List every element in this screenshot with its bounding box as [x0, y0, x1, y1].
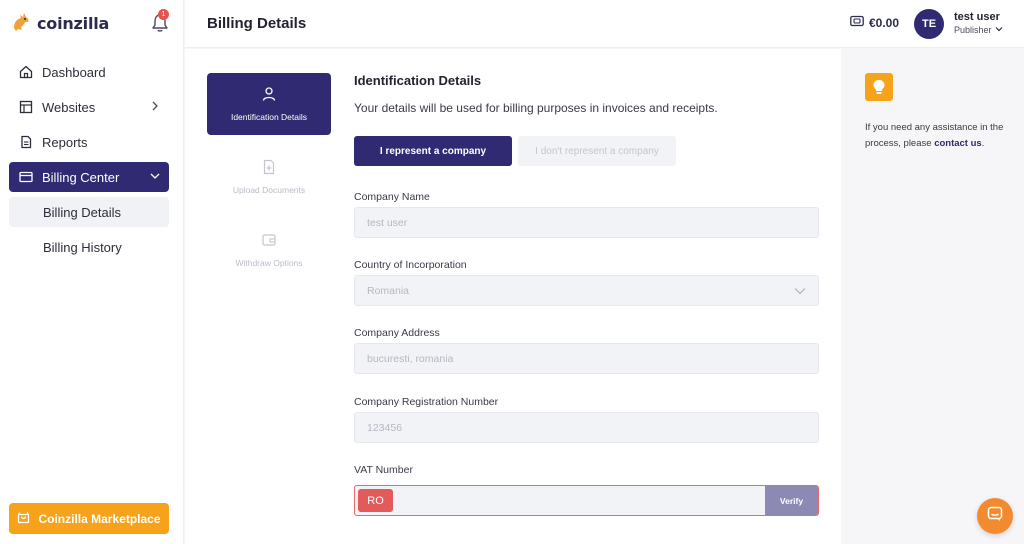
- registration-number-value: 123456: [367, 421, 403, 434]
- vat-number-label: VAT Number: [354, 464, 413, 476]
- sidebar-item-websites[interactable]: Websites: [9, 92, 169, 122]
- balance-amount: €0.00: [869, 15, 900, 30]
- registration-number-label: Company Registration Number: [354, 396, 499, 408]
- document-icon: [18, 134, 34, 150]
- chevron-right-icon: [149, 100, 161, 115]
- marketplace-label: Coinzilla Marketplace: [38, 511, 161, 526]
- section-title: Identification Details: [354, 73, 482, 88]
- step-withdraw-options[interactable]: Withdraw Options: [207, 219, 331, 281]
- vat-number-field[interactable]: RO Verify: [354, 485, 819, 516]
- country-select[interactable]: Romania: [354, 275, 819, 306]
- wallet-icon: [261, 232, 277, 250]
- top-bar: Billing Details €0.00 TE test user Publi…: [185, 0, 1024, 48]
- company-address-label: Company Address: [354, 327, 440, 339]
- contact-us-link[interactable]: contact us: [934, 138, 982, 149]
- sidebar-subitem-billing-history[interactable]: Billing History: [9, 232, 169, 262]
- help-text-end: .: [981, 137, 985, 149]
- user-role[interactable]: Publisher: [954, 25, 1003, 35]
- lightbulb-icon: [865, 73, 893, 101]
- card-icon: [18, 169, 34, 185]
- brand-name: coinzilla: [37, 14, 110, 33]
- chevron-down-icon: [149, 170, 161, 185]
- company-name-value: test user: [367, 216, 408, 229]
- sidebar-item-reports[interactable]: Reports: [9, 127, 169, 157]
- chat-icon: [987, 506, 1003, 527]
- layout-icon: [18, 99, 34, 115]
- coinzilla-dragon-icon: [10, 10, 32, 37]
- company-name-label: Company Name: [354, 191, 430, 203]
- help-text: If you need any assistance in the proces…: [865, 120, 1010, 151]
- registration-number-field[interactable]: 123456: [354, 412, 819, 443]
- step-label: Withdraw Options: [235, 258, 303, 268]
- marketplace-button[interactable]: Coinzilla Marketplace: [9, 503, 169, 534]
- step-label: Upload Documents: [232, 185, 306, 195]
- sidebar-item-dashboard[interactable]: Dashboard: [9, 57, 169, 87]
- logo[interactable]: coinzilla: [10, 10, 109, 37]
- sidebar-item-label: Websites: [42, 99, 96, 115]
- country-value: Romania: [367, 284, 410, 297]
- sidebar-item-label: Billing Center: [42, 169, 120, 185]
- user-role-label: Publisher: [954, 25, 992, 35]
- home-icon: [18, 64, 34, 80]
- notification-badge: 1: [158, 9, 169, 20]
- user-name[interactable]: test user: [954, 11, 1000, 23]
- file-plus-icon: [261, 159, 277, 177]
- chevron-down-icon: [794, 286, 806, 299]
- shopping-bag-icon: [17, 511, 30, 527]
- sidebar: coinzilla 1 Dashboard Websites Reports B…: [0, 0, 184, 544]
- step-upload-documents[interactable]: Upload Documents: [207, 146, 331, 208]
- main-content: Identification Details Upload Documents …: [185, 49, 841, 544]
- chat-button[interactable]: [977, 498, 1013, 534]
- sidebar-subitem-billing-details[interactable]: Billing Details: [9, 197, 169, 227]
- page-title: Billing Details: [207, 15, 307, 32]
- user-icon: [261, 86, 277, 104]
- company-name-field[interactable]: test user: [354, 207, 819, 238]
- help-panel: If you need any assistance in the proces…: [841, 49, 1024, 544]
- balance[interactable]: €0.00: [850, 15, 899, 30]
- step-identification-details[interactable]: Identification Details: [207, 73, 331, 135]
- company-address-field[interactable]: bucuresti, romania: [354, 343, 819, 374]
- sidebar-item-billing-center[interactable]: Billing Center: [9, 162, 169, 192]
- company-toggle-button[interactable]: I represent a company: [354, 136, 512, 166]
- vat-country-prefix: RO: [358, 489, 393, 512]
- verify-button[interactable]: Verify: [765, 486, 818, 515]
- country-label: Country of Incorporation: [354, 259, 467, 271]
- step-label: Identification Details: [230, 112, 308, 122]
- avatar[interactable]: TE: [914, 9, 944, 39]
- company-address-value: bucuresti, romania: [367, 352, 454, 365]
- wallet-icon: [850, 15, 864, 30]
- sidebar-item-label: Reports: [42, 134, 88, 150]
- chevron-down-icon: [995, 25, 1003, 35]
- section-description: Your details will be used for billing pu…: [354, 101, 718, 115]
- sidebar-item-label: Dashboard: [42, 64, 106, 80]
- no-company-toggle-button[interactable]: I don't represent a company: [518, 136, 676, 166]
